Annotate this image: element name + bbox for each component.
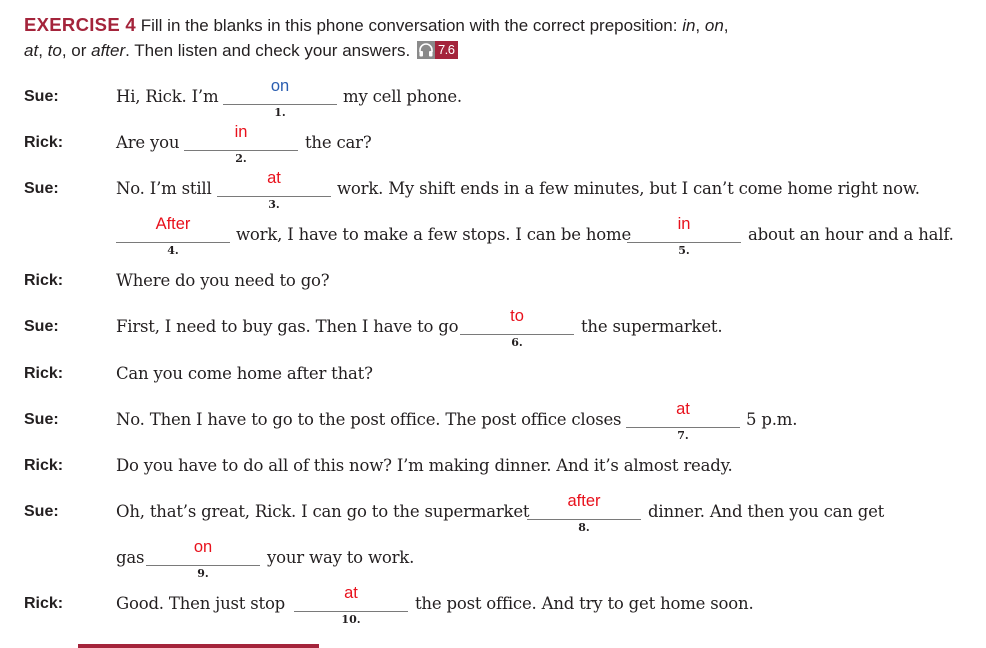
line-text: No. Then I have to go to the post office… (116, 410, 622, 429)
blank-number: 8. (578, 521, 590, 534)
answer-1: on (270, 77, 290, 95)
line-text: the supermarket. (581, 317, 723, 336)
audio-track-button[interactable]: 7.6 (416, 41, 458, 59)
line-text: gas (116, 548, 145, 567)
blank-number: 1. (274, 106, 286, 119)
answer-9: on (193, 538, 213, 556)
exercise-label: EXERCISE 4 (24, 14, 136, 35)
speaker-label: Sue: (24, 180, 59, 197)
dialogue-line: Sue: First, I need to buy gas. Then I ha… (0, 307, 986, 355)
speaker-label: Rick: (24, 365, 64, 382)
dialogue-line: Rick: Do you have to do all of this now?… (0, 454, 986, 494)
blank-2[interactable]: in 2. (184, 123, 298, 171)
speaker-label: Sue: (24, 318, 59, 335)
blank-number: 6. (511, 336, 523, 349)
dialogue-line: Sue: No. I’m still at 3. work. My shift … (0, 169, 986, 217)
blank-8[interactable]: after 8. (527, 492, 641, 540)
instruction-text: Fill in the blanks in this phone convers… (140, 16, 683, 35)
line-text: the car? (305, 133, 372, 152)
blank-7[interactable]: at 7. (626, 400, 740, 448)
line-text: dinner. And then you can get (648, 502, 885, 521)
preposition-after: after (91, 41, 126, 60)
speaker-label: Sue: (24, 411, 59, 428)
line-text: the post office. And try to get home soo… (415, 594, 754, 613)
line-text: No. I’m still (116, 179, 212, 198)
dialogue-line: Sue: Oh, that’s great, Rick. I can go to… (0, 492, 986, 540)
line-text: Hi, Rick. I’m (116, 87, 219, 106)
blank-number: 2. (235, 152, 247, 165)
dialogue-line: Rick: Where do you need to go? (0, 269, 986, 309)
blank-4[interactable]: After 4. (116, 215, 230, 263)
answer-7: at (676, 400, 690, 418)
answer-3: at (267, 169, 281, 187)
speaker-label: Sue: (24, 88, 59, 105)
audio-track-number: 7.6 (434, 41, 458, 59)
exercise-instructions: EXERCISE 4 Fill in the blanks in this ph… (24, 14, 729, 60)
preposition-on: on (704, 16, 724, 35)
speaker-label: Rick: (24, 272, 64, 289)
headphones-icon (416, 41, 435, 59)
blank-10[interactable]: at 10. (294, 584, 408, 632)
line-text: Good. Then just stop (116, 594, 286, 613)
dialogue-line: Rick: Are you in 2. the car? (0, 123, 986, 171)
dialogue-line: Rick: Can you come home after that? (0, 362, 986, 402)
answer-6: to (510, 307, 524, 325)
speaker-label: Rick: (24, 457, 64, 474)
line-text: Where do you need to go? (116, 271, 330, 290)
blank-5[interactable]: in 5. (627, 215, 741, 263)
line-text: work, I have to make a few stops. I can … (236, 225, 632, 244)
dialogue-line: After 4. work, I have to make a few stop… (0, 215, 986, 263)
blank-number: 4. (167, 244, 179, 257)
dialogue-line: Sue: Hi, Rick. I’m on 1. my cell phone. (0, 77, 986, 125)
line-text: your way to work. (267, 548, 415, 567)
preposition-in: in (682, 16, 696, 35)
blank-number: 7. (677, 429, 689, 442)
answer-10: at (344, 584, 358, 602)
dialogue-line: gas on 9. your way to work. (0, 538, 986, 586)
line-text: about an hour and a half. (748, 225, 954, 244)
line-text: Are you (116, 133, 180, 152)
blank-3[interactable]: at 3. (217, 169, 331, 217)
blank-9[interactable]: on 9. (146, 538, 260, 586)
blank-number: 10. (341, 613, 361, 626)
line-text: First, I need to buy gas. Then I have to… (116, 317, 459, 336)
bottom-accent-bar (78, 644, 319, 648)
preposition-at: at (24, 41, 39, 60)
line-text: my cell phone. (343, 87, 462, 106)
line-text: work. My shift ends in a few minutes, bu… (337, 179, 920, 198)
blank-number: 9. (197, 567, 209, 580)
blank-1[interactable]: on 1. (223, 77, 337, 125)
line-text: Oh, that’s great, Rick. I can go to the … (116, 502, 530, 521)
line-text: 5 p.m. (746, 410, 798, 429)
dialogue-line: Sue: No. Then I have to go to the post o… (0, 400, 986, 448)
speaker-label: Rick: (24, 595, 64, 612)
preposition-to: to (47, 41, 62, 60)
answer-8: after (567, 492, 601, 510)
answer-5: in (677, 215, 691, 233)
speaker-label: Rick: (24, 134, 64, 151)
dialogue-line: Rick: Good. Then just stop at 10. the po… (0, 584, 986, 632)
line-text: Do you have to do all of this now? I’m m… (116, 456, 733, 475)
instruction-text-2: . Then listen and check your answers. (125, 41, 411, 60)
blank-number: 3. (268, 198, 280, 211)
line-text: Can you come home after that? (116, 364, 373, 383)
answer-4: After (155, 215, 191, 233)
speaker-label: Sue: (24, 503, 59, 520)
answer-2: in (234, 123, 248, 141)
blank-6[interactable]: to 6. (460, 307, 574, 355)
blank-number: 5. (678, 244, 690, 257)
